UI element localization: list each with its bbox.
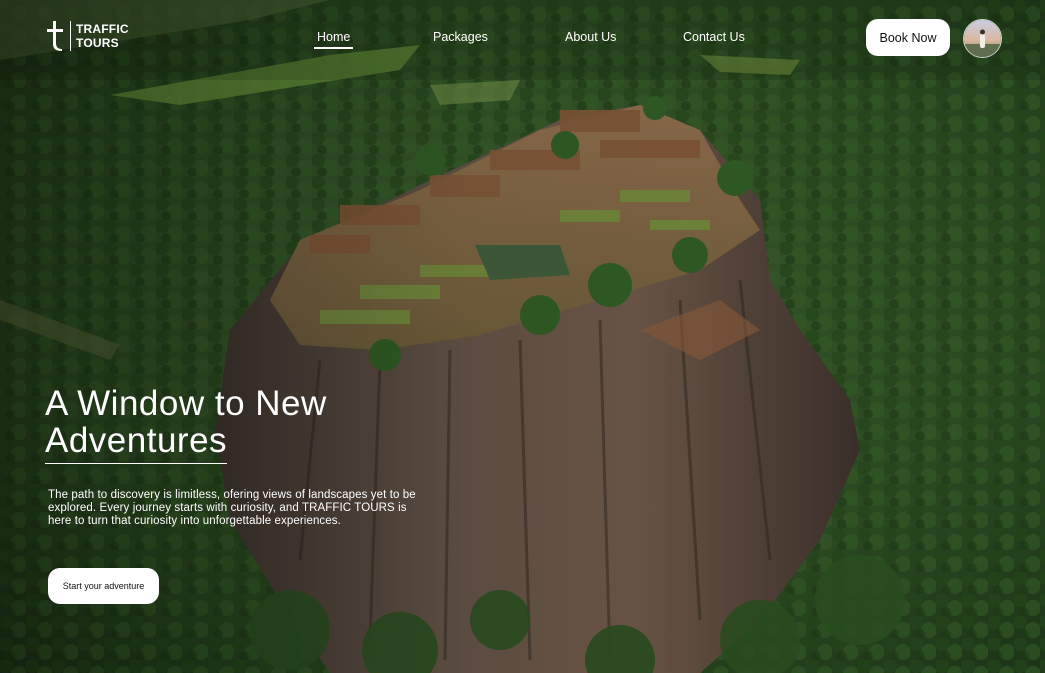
t-cross-logo-icon — [47, 21, 63, 51]
nav-item-packages[interactable]: Packages — [433, 30, 488, 44]
nav-item-contact-us[interactable]: Contact Us — [683, 30, 745, 44]
hero-title-line1: A Window to New — [45, 384, 327, 423]
brand-name-line2: TOURS — [76, 36, 119, 50]
logo-divider — [70, 21, 71, 51]
nav-item-about-us[interactable]: About Us — [565, 30, 616, 44]
book-now-button[interactable]: Book Now — [866, 19, 950, 56]
user-avatar-photo — [964, 20, 1001, 57]
brand-logo[interactable]: TRAFFIC TOURS — [44, 18, 134, 54]
hero-description: The path to discovery is limitless, ofer… — [48, 489, 416, 527]
brand-name: TRAFFIC TOURS — [76, 22, 129, 50]
start-adventure-button[interactable]: Start your adventure — [48, 568, 159, 604]
nav-item-home[interactable]: Home — [313, 30, 354, 49]
hero-title-line2: Adventures — [45, 422, 228, 464]
hero-title: A Window to New Adventures — [45, 385, 405, 464]
brand-name-line1: TRAFFIC — [76, 22, 129, 36]
user-avatar[interactable] — [963, 19, 1002, 58]
